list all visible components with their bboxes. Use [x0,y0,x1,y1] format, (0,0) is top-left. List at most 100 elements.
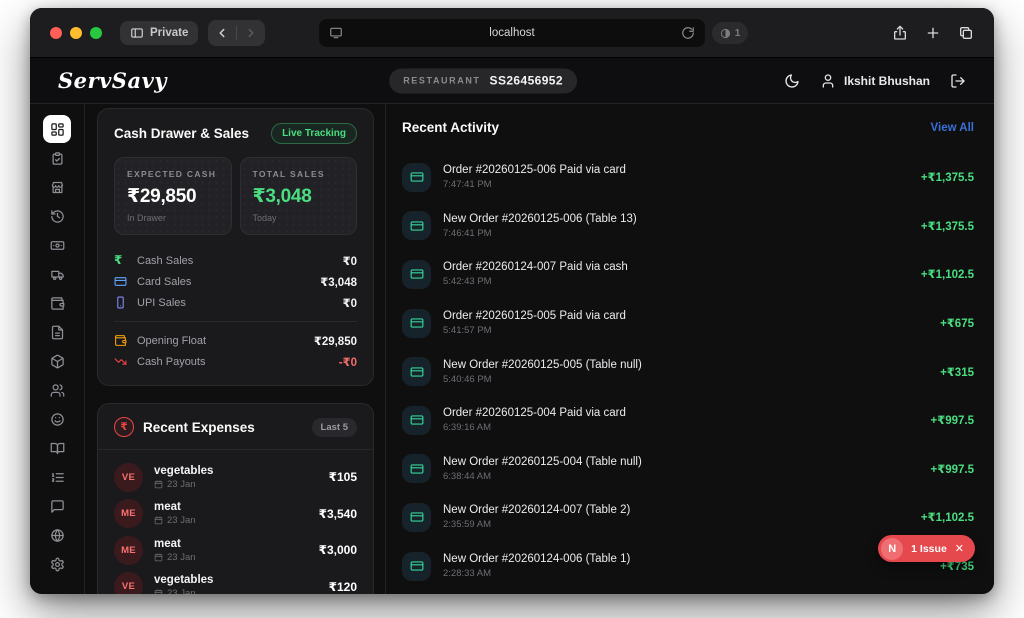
activity-amount: +₹1,375.5 [921,219,974,233]
expense-avatar: VE [114,572,143,594]
sidebar-nav-item[interactable] [43,521,71,549]
left-column: Cash Drawer & Sales Live Tracking EXPECT… [85,104,386,594]
users-icon [50,383,65,398]
clipboard-check-icon [50,151,65,166]
drawer-row-value: ₹0 [343,296,357,310]
profile-icon [720,28,731,39]
app-logo[interactable]: ServSavy [58,68,167,93]
issues-close-button[interactable]: ✕ [955,542,964,555]
minimize-window-button[interactable] [70,27,82,39]
forward-button[interactable] [244,26,258,40]
activity-amount: +₹1,102.5 [921,510,974,524]
truck-icon [50,267,65,282]
browser-chrome: Private localhost 1 [30,8,994,58]
sidebar-nav-item[interactable] [43,115,71,143]
card-icon [402,454,431,483]
activity-title: New Order #20260124-006 (Table 1) [443,553,630,565]
activity-title: New Order #20260124-007 (Table 2) [443,504,630,516]
expense-row[interactable]: VE vegetables 23 Jan ₹105 [114,459,357,496]
activity-row[interactable]: New Order #20260125-006 (Table 13) 7:46:… [402,202,974,251]
sidebar-nav-item[interactable] [43,144,71,172]
expense-row[interactable]: ME meat 23 Jan ₹3,540 [114,496,357,533]
new-tab-icon[interactable] [925,25,941,41]
address-bar[interactable]: localhost [319,19,705,47]
expense-name: vegetables [154,574,213,586]
tab-overview-icon[interactable] [958,25,974,41]
store-icon [50,180,65,195]
drawer-row-value: ₹3,048 [320,275,357,289]
private-browsing-badge[interactable]: Private [120,21,198,45]
activity-title: Order #20260124-007 Paid via cash [443,261,628,273]
expense-amount: ₹3,540 [319,507,357,521]
activity-title: Order #20260125-004 Paid via card [443,407,626,419]
user-menu[interactable]: Ikshit Bhushan [820,73,930,89]
dev-issues-badge[interactable]: N 1 Issue ✕ [878,535,975,562]
sidebar-nav-item[interactable] [43,463,71,491]
float-rows: Opening Float ₹29,850 Cash Payouts -₹0 [114,330,357,372]
dashboard-icon [50,122,65,137]
expense-name: vegetables [154,465,213,477]
expense-list: VE vegetables 23 Jan ₹105 ME [114,450,357,594]
sidebar-nav-item[interactable] [43,434,71,462]
activity-row[interactable]: New Order #20260125-004 (Table null) 6:3… [402,445,974,494]
stat-value: ₹3,048 [253,185,345,208]
private-label: Private [150,27,188,39]
last-5-badge: Last 5 [312,418,357,437]
activity-row[interactable]: Order #20260124-007 Paid via cash 5:42:4… [402,250,974,299]
expense-row[interactable]: ME meat 23 Jan ₹3,000 [114,532,357,569]
reload-icon[interactable] [681,26,695,40]
tab-group-indicator[interactable]: 1 [712,22,748,44]
sidebar-nav-item[interactable] [43,347,71,375]
sidebar-nav-item[interactable] [43,202,71,230]
app-header: ServSavy RESTAURANT SS26456952 Ikshit Bh… [30,58,994,104]
theme-toggle-button[interactable] [784,73,800,89]
drawer-row-value: ₹29,850 [314,334,357,348]
close-window-button[interactable] [50,27,62,39]
browser-window: Private localhost 1 ServSavy RESTAURANT … [30,8,994,594]
back-button[interactable] [215,26,229,40]
sidebar-nav-item[interactable] [43,173,71,201]
recent-activity-title: Recent Activity [402,120,499,135]
card-icon [402,163,431,192]
expense-row[interactable]: VE vegetables 23 Jan ₹120 [114,569,357,595]
page-settings-icon[interactable] [329,26,343,40]
activity-row[interactable]: Order #20260125-004 Paid via card 6:39:1… [402,396,974,445]
activity-title: New Order #20260125-004 (Table null) [443,456,642,468]
activity-row[interactable]: Order #20260125-005 Paid via card 5:41:5… [402,299,974,348]
expense-date: 23 Jan [167,552,196,563]
recent-expenses-title: Recent Expenses [143,420,255,435]
smile-icon [50,412,65,427]
sidebar-nav-item[interactable] [43,492,71,520]
stat-tile: EXPECTED CASH ₹29,850 In Drawer [114,157,232,235]
tab-count: 1 [735,28,741,39]
drawer-row-value: -₹0 [339,355,357,369]
view-all-link[interactable]: View All [931,122,974,134]
stat-tiles: EXPECTED CASH ₹29,850 In Drawer TOTAL SA… [114,157,357,235]
book-open-icon [50,441,65,456]
activity-title: Order #20260125-006 Paid via card [443,164,626,176]
activity-time: 5:41:57 PM [443,325,626,336]
share-icon[interactable] [892,25,908,41]
sidebar-nav-item[interactable] [43,289,71,317]
sidebar-nav-item[interactable] [43,376,71,404]
zoom-window-button[interactable] [90,27,102,39]
credit-card-icon [114,275,127,288]
sidebar-nav-item[interactable] [43,405,71,433]
header-actions: Ikshit Bhushan [784,73,966,89]
activity-row[interactable]: New Order #20260125-005 (Table null) 5:4… [402,347,974,396]
sidebar-nav-item[interactable] [43,231,71,259]
package-icon [50,354,65,369]
activity-time: 6:38:44 AM [443,471,642,482]
expense-date: 23 Jan [167,515,196,526]
drawer-row: Cash Payouts -₹0 [114,351,357,372]
activity-row[interactable]: Order #20260125-006 Paid via card 7:47:4… [402,153,974,202]
sidebar-nav-item[interactable] [43,550,71,578]
expense-name: meat [154,538,196,550]
sidebar-nav-item[interactable] [43,260,71,288]
recent-expenses-card: ₹ Recent Expenses Last 5 VE vegetables [97,403,374,594]
sidebar-nav-item[interactable] [43,318,71,346]
rupee-icon: ₹ [114,254,127,267]
activity-time: 5:42:43 PM [443,276,628,287]
activity-amount: +₹675 [940,316,974,330]
logout-button[interactable] [950,73,966,89]
